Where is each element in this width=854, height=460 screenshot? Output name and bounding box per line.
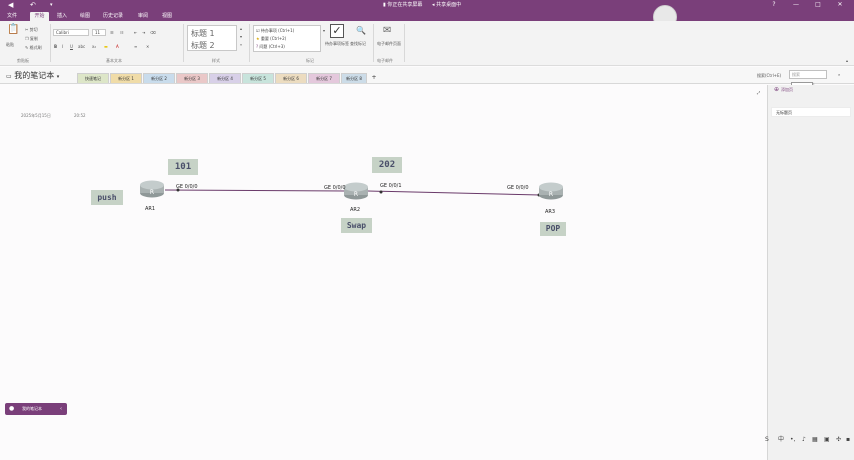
ime-icon[interactable]: S bbox=[765, 436, 769, 443]
apps-icon[interactable]: ▪ bbox=[846, 436, 850, 443]
router-icon[interactable]: R bbox=[139, 180, 165, 198]
topology-links bbox=[164, 188, 541, 197]
interface-label: GE 0/0/0 bbox=[507, 185, 529, 191]
page-list-item[interactable]: 无标题页 bbox=[771, 107, 851, 117]
help-button[interactable]: ? bbox=[768, 0, 780, 10]
svg-text:R: R bbox=[549, 191, 553, 198]
interface-label: GE 0/0/1 bbox=[380, 183, 402, 189]
punctuation-icon[interactable]: •, bbox=[790, 436, 795, 443]
search-input[interactable]: 搜索 bbox=[789, 70, 827, 79]
add-page-button[interactable]: ⊕ 添加页 bbox=[771, 84, 813, 96]
chevron-left-icon: ‹ bbox=[60, 406, 62, 412]
search-icon[interactable]: ⌕ bbox=[838, 72, 840, 77]
collapse-ribbon-icon[interactable]: ▴ bbox=[846, 58, 848, 63]
label-202[interactable]: 202 bbox=[372, 157, 402, 173]
router-icon[interactable]: R bbox=[343, 182, 369, 200]
toolbox-icon[interactable]: ✣ bbox=[836, 436, 841, 443]
interface-label: GE 0/0/0 bbox=[324, 185, 346, 191]
plus-icon: ⊕ bbox=[774, 86, 780, 93]
label-pop[interactable]: POP bbox=[540, 222, 566, 236]
skin-icon[interactable]: ▣ bbox=[824, 436, 830, 443]
router-label: AR3 bbox=[545, 209, 556, 215]
close-button[interactable]: ✕ bbox=[834, 0, 846, 10]
label-swap[interactable]: Swap bbox=[341, 218, 372, 233]
notebook-icon: ● bbox=[9, 405, 15, 412]
keyboard-icon[interactable]: ▦ bbox=[812, 436, 818, 443]
label-101[interactable]: 101 bbox=[168, 159, 198, 175]
router-icon[interactable]: R bbox=[538, 182, 564, 200]
link-ar2-ar3 bbox=[367, 190, 541, 196]
microphone-icon[interactable]: ♪ bbox=[802, 436, 806, 443]
svg-text:R: R bbox=[354, 191, 358, 198]
router-label: AR1 bbox=[145, 206, 156, 212]
link-ar1-ar2 bbox=[164, 189, 347, 192]
label-push[interactable]: push bbox=[91, 190, 123, 205]
svg-text:R: R bbox=[150, 189, 154, 196]
maximize-button[interactable]: □ bbox=[812, 0, 824, 10]
minimize-button[interactable]: — bbox=[790, 0, 802, 10]
router-label: AR2 bbox=[350, 207, 361, 213]
interface-label: GE 0/0/0 bbox=[176, 184, 198, 190]
page-list-pane bbox=[767, 85, 854, 460]
ime-language[interactable]: 中 bbox=[778, 436, 784, 443]
notebook-navigator[interactable]: ● 我的笔记本 ‹ bbox=[5, 403, 67, 415]
port-dot bbox=[379, 190, 383, 194]
